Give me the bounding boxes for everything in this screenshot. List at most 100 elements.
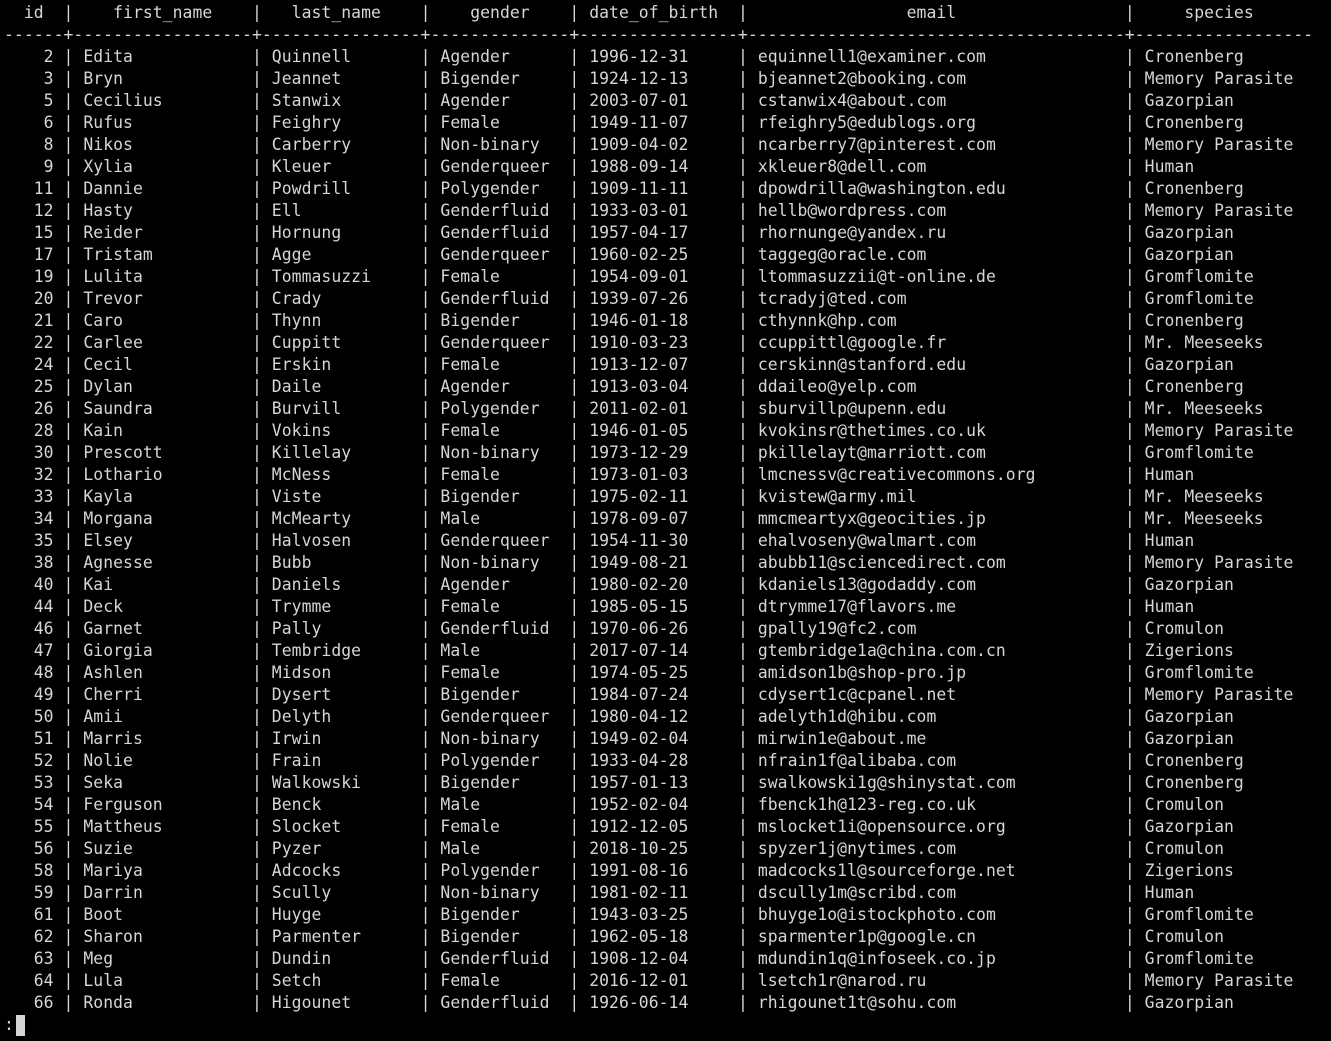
cell-id: 25 xyxy=(4,377,64,396)
table-row: 52 | Nolie | Frain | Polygender | 1933-0… xyxy=(4,750,1313,772)
cell-gender: Agender xyxy=(430,47,570,66)
cell-id: 38 xyxy=(4,553,64,572)
column-separator: | xyxy=(738,289,748,308)
cell-species: Mr. Meeseeks xyxy=(1134,487,1314,506)
table-row: 26 | Saundra | Burvill | Polygender | 20… xyxy=(4,398,1313,420)
column-separator: | xyxy=(738,3,748,22)
cell-id: 64 xyxy=(4,971,64,990)
cell-gender: Polygender xyxy=(430,751,570,770)
cell-last-name: Tommasuzzi xyxy=(261,267,421,286)
cell-email: kdaniels13@godaddy.com xyxy=(747,575,1125,594)
cell-date-of-birth: 1962-05-18 xyxy=(579,927,738,946)
column-separator: | xyxy=(738,377,748,396)
cell-first-name: Lula xyxy=(73,971,252,990)
cell-email: equinnell1@examiner.com xyxy=(747,47,1125,66)
column-separator: | xyxy=(420,509,431,528)
cell-email: lmcnessv@creativecommons.org xyxy=(747,465,1125,484)
column-separator: | xyxy=(1124,619,1135,638)
column-separator: | xyxy=(251,509,262,528)
column-separator: | xyxy=(738,729,748,748)
column-separator: | xyxy=(63,619,74,638)
column-separator: | xyxy=(420,3,431,22)
column-separator: | xyxy=(420,113,431,132)
column-separator: | xyxy=(1124,289,1135,308)
column-separator: | xyxy=(569,333,580,352)
cell-first-name: Deck xyxy=(73,597,252,616)
cell-date-of-birth: 1949-11-07 xyxy=(579,113,738,132)
cell-last-name: McMearty xyxy=(261,509,421,528)
cell-date-of-birth: 1933-04-28 xyxy=(579,751,738,770)
column-header-first-name: first_name xyxy=(73,3,252,22)
cell-date-of-birth: 1973-12-29 xyxy=(579,443,738,462)
cell-id: 63 xyxy=(4,949,64,968)
column-separator: | xyxy=(420,311,431,330)
column-separator: | xyxy=(63,949,74,968)
cell-first-name: Kain xyxy=(73,421,252,440)
cell-email: adelyth1d@hibu.com xyxy=(747,707,1125,726)
column-separator: | xyxy=(251,465,262,484)
column-separator: | xyxy=(738,795,748,814)
column-separator: | xyxy=(1124,179,1135,198)
table-row: 28 | Kain | Vokins | Female | 1946-01-05… xyxy=(4,420,1313,442)
cell-last-name: Viste xyxy=(261,487,421,506)
cell-first-name: Meg xyxy=(73,949,252,968)
cell-id: 15 xyxy=(4,223,64,242)
column-separator: | xyxy=(1124,3,1135,22)
cell-id: 54 xyxy=(4,795,64,814)
cell-last-name: Stanwix xyxy=(261,91,421,110)
table-row: 30 | Prescott | Killelay | Non-binary | … xyxy=(4,442,1313,464)
table-row: 19 | Lulita | Tommasuzzi | Female | 1954… xyxy=(4,266,1313,288)
cell-gender: Female xyxy=(430,465,570,484)
cell-id: 26 xyxy=(4,399,64,418)
column-separator: | xyxy=(420,135,431,154)
cell-gender: Genderfluid xyxy=(430,993,570,1012)
table-row: 12 | Hasty | Ell | Genderfluid | 1933-03… xyxy=(4,200,1313,222)
cell-gender: Agender xyxy=(430,575,570,594)
cell-first-name: Nolie xyxy=(73,751,252,770)
column-separator: | xyxy=(569,949,580,968)
cell-gender: Agender xyxy=(430,377,570,396)
column-separator: | xyxy=(738,619,748,638)
column-separator: | xyxy=(63,861,74,880)
cell-first-name: Giorgia xyxy=(73,641,252,660)
column-separator: | xyxy=(569,707,580,726)
cell-email: swalkowski1g@shinystat.com xyxy=(747,773,1125,792)
cell-date-of-birth: 2011-02-01 xyxy=(579,399,738,418)
column-separator: | xyxy=(569,135,580,154)
cell-first-name: Xylia xyxy=(73,157,252,176)
column-separator: | xyxy=(63,421,74,440)
cell-species: Cronenberg xyxy=(1134,377,1314,396)
cell-species: Human xyxy=(1134,597,1314,616)
column-separator: | xyxy=(1124,663,1135,682)
column-separator: | xyxy=(738,267,748,286)
column-separator: | xyxy=(738,465,748,484)
cell-species: Gazorpian xyxy=(1134,707,1314,726)
column-separator: | xyxy=(420,531,431,550)
cell-id: 12 xyxy=(4,201,64,220)
cell-id: 8 xyxy=(4,135,64,154)
column-separator: | xyxy=(738,355,748,374)
column-separator: | xyxy=(251,311,262,330)
cell-id: 52 xyxy=(4,751,64,770)
column-separator: | xyxy=(738,971,748,990)
column-separator: | xyxy=(569,905,580,924)
column-separator: | xyxy=(738,509,748,528)
table-row: 17 | Tristam | Agge | Genderqueer | 1960… xyxy=(4,244,1313,266)
cell-first-name: Marris xyxy=(73,729,252,748)
cell-email: lsetch1r@narod.ru xyxy=(747,971,1125,990)
cell-gender: Genderqueer xyxy=(430,707,570,726)
cell-date-of-birth: 1909-11-11 xyxy=(579,179,738,198)
column-separator: | xyxy=(420,839,431,858)
cell-date-of-birth: 1949-02-04 xyxy=(579,729,738,748)
column-separator: | xyxy=(420,729,431,748)
cell-last-name: Walkowski xyxy=(261,773,421,792)
cell-gender: Bigender xyxy=(430,927,570,946)
column-separator: | xyxy=(569,839,580,858)
cell-last-name: Midson xyxy=(261,663,421,682)
pager-prompt[interactable]: : xyxy=(4,1014,25,1036)
column-separator: | xyxy=(569,861,580,880)
column-separator: | xyxy=(251,839,262,858)
column-separator: | xyxy=(569,487,580,506)
column-separator: | xyxy=(738,399,748,418)
column-separator: | xyxy=(738,641,748,660)
